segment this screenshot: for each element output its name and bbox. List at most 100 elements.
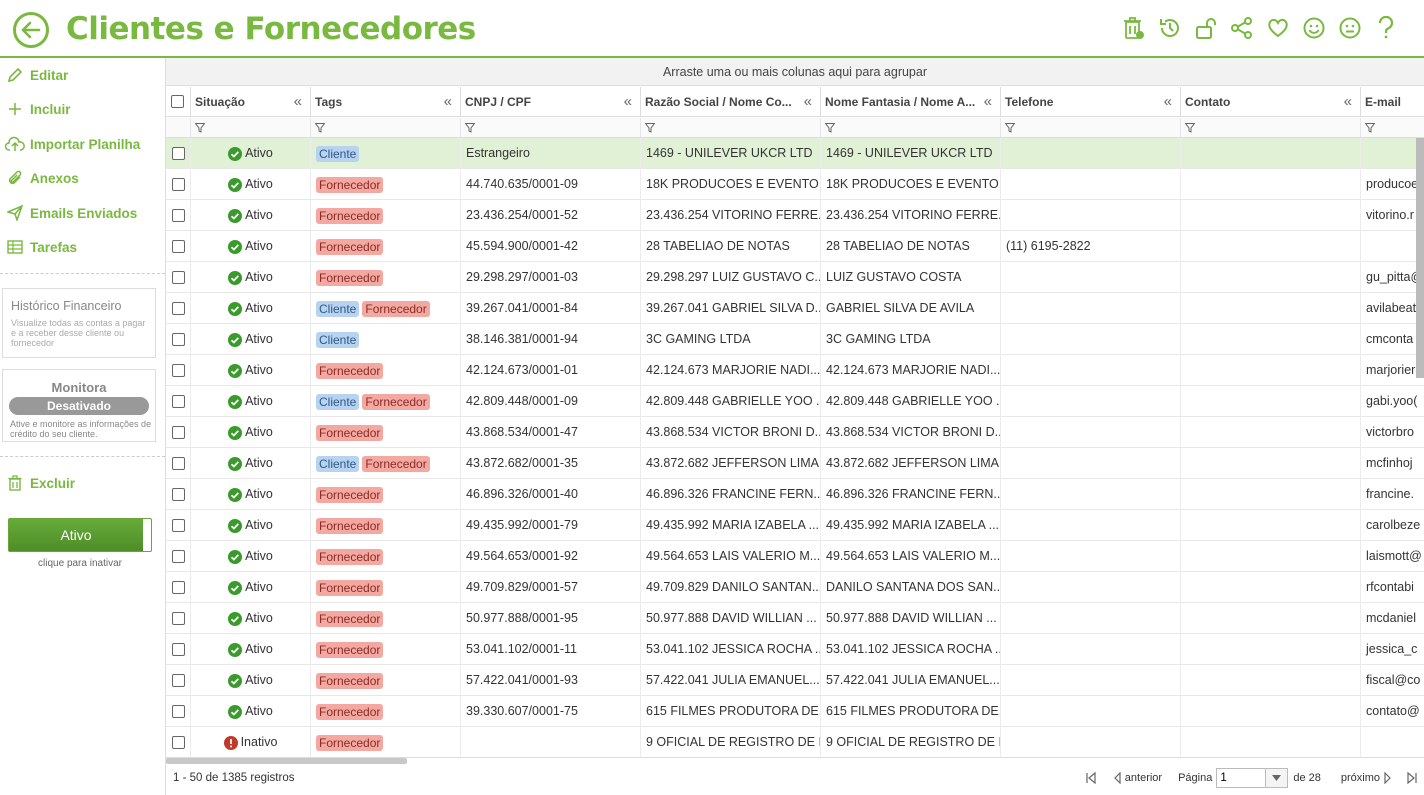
filter-email[interactable] (1361, 118, 1424, 138)
column-header-cnpj[interactable]: CNPJ / CPF « (461, 87, 641, 117)
table-row[interactable]: Ativo Fornecedor 50.977.888/0001-95 50.977.… (166, 603, 1424, 634)
nome-fantasia-cell: 1469 - UNILEVER UKCR LTD (821, 138, 1001, 169)
collapse-icon[interactable]: « (1344, 87, 1352, 116)
row-checkbox[interactable] (172, 271, 185, 284)
table-row[interactable]: Ativo Fornecedor 39.330.607/0001-75 615 FIL… (166, 696, 1424, 727)
unlock-icon[interactable] (1194, 14, 1218, 42)
last-page-button[interactable] (1406, 772, 1418, 784)
help-icon[interactable] (1374, 14, 1398, 42)
trash-icon[interactable] (1122, 14, 1146, 42)
collapse-icon[interactable]: « (804, 87, 812, 116)
column-header-email[interactable]: E-mail (1361, 87, 1424, 117)
row-checkbox[interactable] (172, 209, 185, 222)
filter-telefone[interactable] (1001, 118, 1181, 138)
previous-page-button[interactable]: anterior (1113, 772, 1162, 784)
tag-fornecedor: Fornecedor (316, 610, 384, 627)
row-checkbox[interactable] (172, 395, 185, 408)
column-header-tags[interactable]: Tags « (311, 87, 461, 117)
column-header-situacao[interactable]: Situação « (191, 87, 311, 117)
sidebar-item-tarefas[interactable]: Tarefas (0, 232, 165, 262)
sidebar-item-anexos[interactable]: Anexos (0, 163, 165, 193)
active-toggle[interactable]: Ativo (8, 518, 152, 552)
table-row[interactable]: Ativo Fornecedor 45.594.900/0001-42 28 TABE… (166, 231, 1424, 262)
history-icon[interactable] (1158, 14, 1182, 42)
back-button[interactable] (13, 12, 49, 48)
table-row[interactable]: Ativo Fornecedor 44.740.635/0001-09 18K PRO… (166, 169, 1424, 200)
sidebar-item-excluir[interactable]: Excluir (0, 468, 165, 498)
row-checkbox[interactable] (172, 240, 185, 253)
table-row[interactable]: Ativo Cliente Fornecedor 42.809.448/0001-09… (166, 386, 1424, 417)
row-checkbox[interactable] (172, 736, 185, 749)
table-row[interactable]: Ativo Fornecedor 49.709.829/0001-57 49.709.… (166, 572, 1424, 603)
vertical-scrollbar[interactable] (1416, 138, 1424, 378)
row-checkbox[interactable] (172, 426, 185, 439)
heart-icon[interactable] (1266, 14, 1290, 42)
filter-razao-social[interactable] (641, 118, 821, 138)
sidebar-item-importar-planilha[interactable]: Importar Planilha (0, 129, 165, 159)
filter-situacao[interactable] (191, 118, 311, 138)
row-checkbox[interactable] (172, 581, 185, 594)
first-page-button[interactable] (1085, 772, 1097, 784)
collapse-icon[interactable]: « (294, 87, 302, 116)
column-header-telefone[interactable]: Telefone « (1001, 87, 1181, 117)
table-row[interactable]: Ativo Fornecedor 49.435.992/0001-79 49.435.… (166, 510, 1424, 541)
table-row[interactable]: Ativo Fornecedor 46.896.326/0001-40 46.896.… (166, 479, 1424, 510)
collapse-icon[interactable]: « (984, 87, 992, 116)
contato-cell (1181, 293, 1361, 324)
sidebar-item-incluir[interactable]: Incluir (0, 94, 165, 124)
cnpj-cell: 53.041.102/0001-11 (461, 634, 641, 665)
sidebar-item-emails-enviados[interactable]: Emails Enviados (0, 198, 165, 228)
table-row[interactable]: Ativo Fornecedor 57.422.041/0001-93 57.422.… (166, 665, 1424, 696)
tags-cell: Fornecedor (311, 572, 461, 603)
row-checkbox[interactable] (172, 550, 185, 563)
horizontal-scrollbar[interactable] (166, 758, 407, 764)
row-checkbox[interactable] (172, 364, 185, 377)
column-header-nome-fantasia[interactable]: Nome Fantasia / Nome A... « (821, 87, 1001, 117)
table-row[interactable]: Ativo Fornecedor 29.298.297/0001-03 29.298.… (166, 262, 1424, 293)
row-checkbox[interactable] (172, 302, 185, 315)
table-row[interactable]: Ativo Fornecedor 23.436.254/0001-52 23.436.… (166, 200, 1424, 231)
column-header-razao-social[interactable]: Razão Social / Nome Co... « (641, 87, 821, 117)
filter-contato[interactable] (1181, 118, 1361, 138)
collapse-icon[interactable]: « (1164, 87, 1172, 116)
monitora-toggle[interactable]: Desativado (9, 397, 149, 415)
select-all-checkbox[interactable] (171, 95, 184, 108)
collapse-icon[interactable]: « (624, 87, 632, 116)
page-number-input[interactable] (1216, 768, 1267, 788)
tags-cell: Fornecedor (311, 727, 461, 758)
row-checkbox[interactable] (172, 457, 185, 470)
table-row[interactable]: Ativo Cliente 38.146.381/0001-94 3C GAMING … (166, 324, 1424, 355)
table-row[interactable]: Ativo Fornecedor 49.564.653/0001-92 49.564.… (166, 541, 1424, 572)
filter-tags[interactable] (311, 118, 461, 138)
neutral-face-icon[interactable] (1338, 14, 1362, 42)
table-row[interactable]: Ativo Cliente Fornecedor 43.872.682/0001-35… (166, 448, 1424, 479)
row-checkbox-cell (166, 727, 191, 758)
row-checkbox[interactable] (172, 643, 185, 656)
page-dropdown-button[interactable] (1266, 768, 1289, 788)
row-checkbox[interactable] (172, 612, 185, 625)
table-row[interactable]: Ativo Cliente Estrangeiro 1469 - UNILEVER U… (166, 138, 1424, 169)
group-drop-zone[interactable]: Arraste uma ou mais colunas aqui para ag… (166, 58, 1424, 86)
row-checkbox[interactable] (172, 519, 185, 532)
table-row[interactable]: Ativo Fornecedor 53.041.102/0001-11 53.041.… (166, 634, 1424, 665)
sidebar-item-editar[interactable]: Editar (0, 60, 165, 90)
filter-cnpj[interactable] (461, 118, 641, 138)
row-checkbox[interactable] (172, 147, 185, 160)
table-row[interactable]: Ativo Cliente Fornecedor 39.267.041/0001-84… (166, 293, 1424, 324)
table-row[interactable]: Inativo Fornecedor 9 OFICIAL DE REGISTRO D… (166, 727, 1424, 758)
column-header-contato[interactable]: Contato « (1181, 87, 1361, 117)
table-row[interactable]: Ativo Fornecedor 42.124.673/0001-01 42.124.… (166, 355, 1424, 386)
share-icon[interactable] (1230, 14, 1254, 42)
row-checkbox[interactable] (172, 488, 185, 501)
collapse-icon[interactable]: « (444, 87, 452, 116)
table-row[interactable]: Ativo Fornecedor 43.868.534/0001-47 43.868.… (166, 417, 1424, 448)
next-page-button[interactable]: próximo (1341, 772, 1392, 784)
status-label: Ativo (245, 704, 273, 718)
historico-financeiro-card[interactable]: Histórico Financeiro Visualize todas as … (2, 288, 156, 358)
row-checkbox[interactable] (172, 333, 185, 346)
smile-icon[interactable] (1302, 14, 1326, 42)
filter-nome-fantasia[interactable] (821, 118, 1001, 138)
row-checkbox[interactable] (172, 705, 185, 718)
row-checkbox[interactable] (172, 178, 185, 191)
row-checkbox[interactable] (172, 674, 185, 687)
